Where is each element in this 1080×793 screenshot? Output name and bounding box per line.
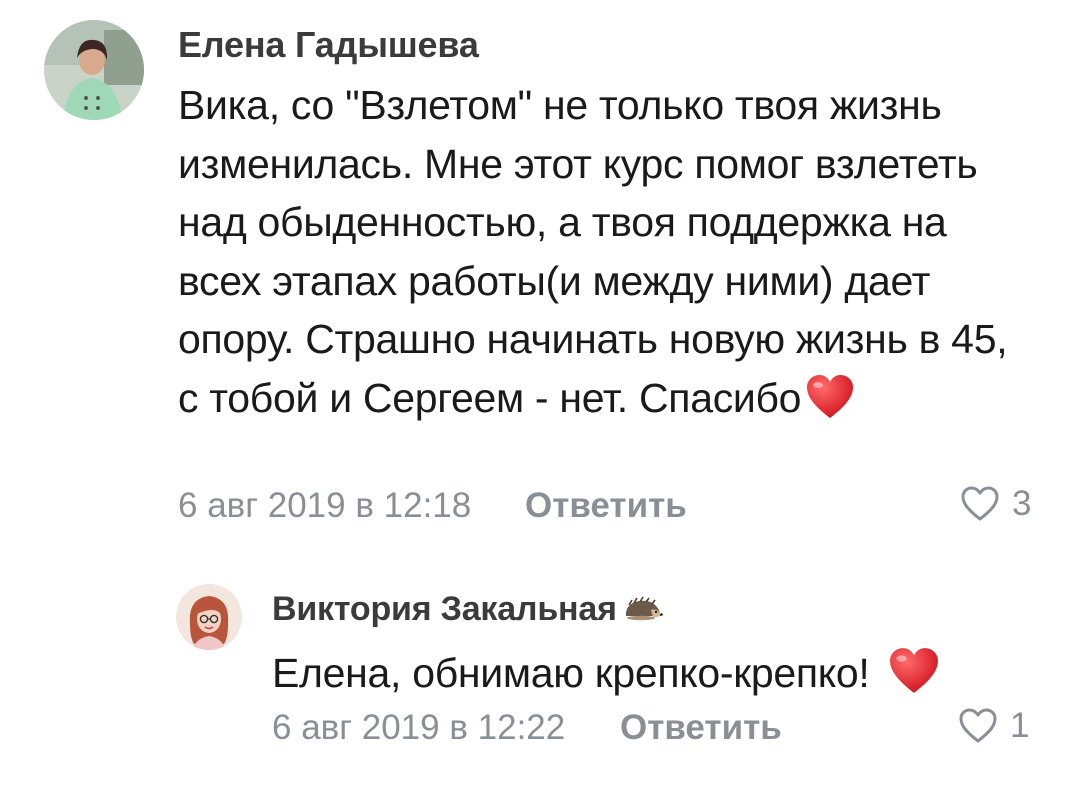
reply-text-body: Елена, обнимаю крепко-крепко! xyxy=(272,650,870,696)
comment-text-body: Вика, со "Взлетом" не только твоя жизнь … xyxy=(178,82,1008,421)
reply-author-name: Виктория Закальная xyxy=(272,590,617,628)
heart-emoji-icon xyxy=(888,647,940,709)
heart-outline-icon xyxy=(960,486,1000,522)
heart-outline-icon xyxy=(958,708,998,744)
reply-author[interactable]: Виктория Закальная xyxy=(272,590,663,631)
reply-button[interactable]: Ответить xyxy=(525,486,687,526)
comment-author[interactable]: Елена Гадышева xyxy=(178,24,479,66)
like-button[interactable]: 3 xyxy=(960,484,1031,524)
heart-emoji-icon xyxy=(805,374,855,436)
reply-text: Елена, обнимаю крепко-крепко! xyxy=(272,645,1032,709)
reply-button[interactable]: Ответить xyxy=(620,708,782,748)
like-count: 1 xyxy=(1010,706,1030,745)
avatar[interactable] xyxy=(176,584,242,650)
reply-date[interactable]: 6 авг 2019 в 12:22 xyxy=(272,708,565,748)
avatar[interactable] xyxy=(44,20,144,120)
like-count: 3 xyxy=(1012,484,1032,523)
hedgehog-emoji-icon xyxy=(623,592,663,631)
comment-text: Вика, со "Взлетом" не только твоя жизнь … xyxy=(178,76,1038,435)
comment-date[interactable]: 6 авг 2019 в 12:18 xyxy=(178,486,471,526)
like-button[interactable]: 1 xyxy=(958,706,1029,746)
